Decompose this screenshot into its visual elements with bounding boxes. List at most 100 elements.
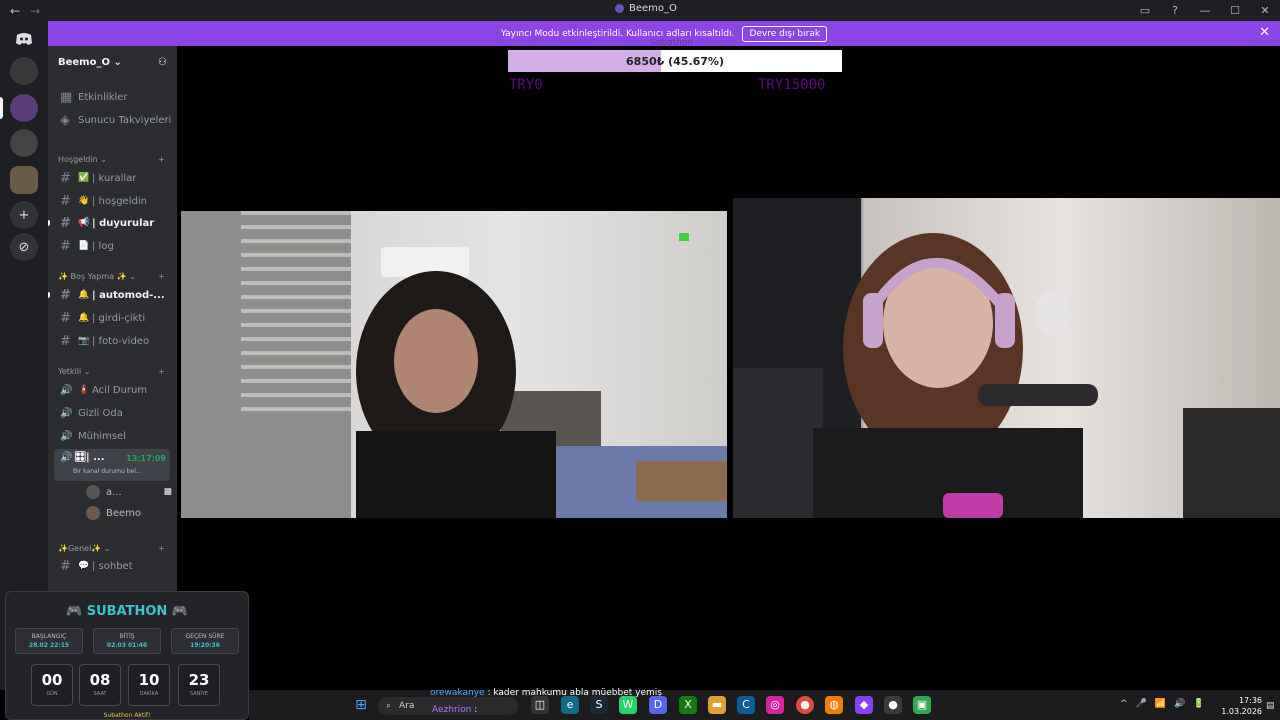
system-tray: ^ 🎤 📶 🔊 🔋	[1120, 699, 1204, 709]
discord-taskbar-icon[interactable]: D	[649, 696, 667, 714]
search-icon: ⌕	[386, 701, 392, 711]
channel-foto-video[interactable]: # 📷 | foto-video	[48, 331, 177, 351]
voice-channel-gizli-oda[interactable]: 🔊 Gizli Oda	[48, 403, 177, 423]
forward-arrow-icon[interactable]: →	[30, 4, 40, 18]
steam-icon[interactable]: S	[590, 696, 608, 714]
category-bos-yapma[interactable]: ✨ Boş Yapma ✨ ⌄ +	[48, 269, 177, 283]
end-box: BİTİŞ 02.03 01:46	[93, 628, 161, 654]
category-yetkili[interactable]: Yetkili ⌄ +	[48, 364, 177, 378]
add-channel-icon[interactable]: +	[158, 155, 165, 164]
channel-girdi-cikti[interactable]: # 🔔 | girdi-çikti	[48, 308, 177, 328]
tray-chevron-icon[interactable]: ^	[1120, 699, 1128, 709]
speaker-icon: 🔊	[60, 407, 73, 419]
voice-user-2[interactable]: Beemo	[74, 503, 174, 523]
page-emoji-icon: 📄	[78, 241, 90, 251]
events-item[interactable]: ▦ Etkinlikler	[48, 87, 177, 107]
back-arrow-icon[interactable]: ←	[10, 4, 20, 18]
minimize-button[interactable]: —	[1190, 4, 1220, 17]
battery-icon[interactable]: 🔋	[1193, 699, 1204, 709]
channel-kurallar[interactable]: # ✅ | kurallar	[48, 168, 177, 188]
voice-channel-muhimsel[interactable]: 🔊 Mühimsel	[48, 426, 177, 446]
window-titlebar: ← → Beemo_O ▭ ? — ☐ ✕	[0, 0, 1280, 21]
category-genel[interactable]: ✨Genel✨ ⌄ +	[48, 541, 177, 555]
voice-status[interactable]: Bir kanal durumu bel...	[73, 468, 142, 475]
edge-icon[interactable]: e	[561, 696, 579, 714]
clock-date: 1.03.2026	[1221, 707, 1262, 716]
goal-min: TRY0	[509, 77, 543, 93]
whatsapp-icon[interactable]: W	[619, 696, 637, 714]
webcam-1-scene	[181, 211, 727, 518]
browser-icon[interactable]: C	[737, 696, 755, 714]
channel-automod[interactable]: # 🔔 | automod-...	[48, 285, 177, 305]
countdown-hours: 08 SAAT	[79, 664, 121, 706]
instagram-icon[interactable]: ◎	[766, 696, 784, 714]
check-emoji-icon: ✅	[78, 173, 90, 183]
avatar	[86, 485, 100, 499]
voice-channel-acil-durum[interactable]: 🔊 🧯 Acil Durum	[48, 380, 177, 400]
webcam-feed-1[interactable]	[181, 211, 727, 518]
progress-label: 6850₺ (45.67%)	[626, 54, 724, 68]
folder-icon[interactable]: ▬	[708, 696, 726, 714]
server-name: Beemo_O ⌄	[58, 57, 122, 68]
subathon-widget: 🎮 SUBATHON 🎮 BAŞLANGIÇ 28.02 22:15 BİTİŞ…	[5, 591, 249, 720]
countdown-days: 00 GÜN	[31, 664, 73, 706]
disable-streamer-mode-button[interactable]: Devre dışı bırak	[742, 25, 828, 42]
webcam-feed-2[interactable]	[733, 198, 1280, 518]
discover-icon[interactable]: ⊘	[10, 233, 38, 261]
close-window-button[interactable]: ✕	[1250, 4, 1280, 17]
speaker-icon: 🔊	[60, 430, 73, 442]
xbox-icon[interactable]: X	[679, 696, 697, 714]
maximize-button[interactable]: ☐	[1220, 4, 1250, 17]
channel-duyurular[interactable]: # 📢 | duyurular	[48, 213, 177, 233]
start-box: BAŞLANGIÇ 28.02 22:15	[15, 628, 83, 654]
voice-timer: 13:17:09	[126, 454, 166, 463]
hash-icon: #	[60, 310, 71, 326]
channel-hosgeldin[interactable]: # 👋 | hoşgeldin	[48, 191, 177, 211]
server-header[interactable]: Beemo_O ⌄ ⚇	[48, 46, 177, 79]
subathon-title: 🎮 SUBATHON 🎮	[66, 604, 188, 619]
add-member-icon[interactable]: ⚇	[158, 57, 167, 68]
elapsed-box: GEÇEN SÜRE 19:20:36	[171, 628, 239, 654]
chrome-active-icon[interactable]: ●	[884, 696, 902, 714]
category-hosgeldin[interactable]: Hoşgeldin ⌄ +	[48, 152, 177, 166]
microphone-icon[interactable]: 🎤	[1136, 699, 1147, 709]
bell-emoji-icon: 🔔	[78, 313, 90, 323]
close-icon[interactable]: ✕	[1259, 25, 1270, 40]
channel-log[interactable]: # 📄 | log	[48, 236, 177, 256]
hash-icon: #	[60, 215, 71, 231]
app-icon-3[interactable]: ▣	[913, 696, 931, 714]
clock[interactable]: 17:36 1.03.2026	[1212, 695, 1262, 717]
donation-progress-bar: 6850₺ (45.67%)	[508, 50, 842, 72]
server-boosts-item[interactable]: ◈ Sunucu Takviyeleri	[48, 110, 177, 130]
add-channel-icon[interactable]: +	[158, 272, 165, 281]
network-icon[interactable]: 📶	[1155, 699, 1166, 709]
volume-icon[interactable]: 🔊	[1174, 699, 1185, 709]
inbox-icon[interactable]: ▭	[1130, 4, 1160, 17]
camera-icon: ■	[163, 487, 172, 497]
add-server-icon[interactable]: +	[10, 201, 38, 229]
chat-user: orewakanye	[430, 688, 485, 698]
server-folder[interactable]	[10, 166, 38, 194]
app-icon[interactable]: ◍	[825, 696, 843, 714]
notification-icon[interactable]: ▤	[1266, 701, 1275, 711]
help-icon[interactable]: ?	[1160, 4, 1190, 17]
discord-home-icon[interactable]	[10, 25, 38, 53]
channel-sohbet[interactable]: # 💬 | sohbet	[48, 556, 177, 576]
voice-user-1[interactable]: a... ■	[74, 482, 174, 502]
goal-label: Subathon	[650, 38, 694, 48]
app-icon-2[interactable]: ◆	[855, 696, 873, 714]
server-avatar-1[interactable]	[10, 57, 38, 85]
goal-max: TRY15000	[758, 77, 826, 93]
add-channel-icon[interactable]: +	[158, 367, 165, 376]
windows-start-icon[interactable]: ⊞	[352, 696, 370, 714]
hash-icon: #	[60, 287, 71, 303]
chrome-icon[interactable]: ●	[796, 696, 814, 714]
active-voice-channel[interactable]: 🔊 🎛 | ... 13:17:09 Bir kanal durumu bel.…	[54, 449, 170, 481]
server-avatar-2[interactable]	[10, 94, 38, 122]
hash-icon: #	[60, 333, 71, 349]
clock-time: 17:36	[1238, 696, 1262, 705]
taskview-icon[interactable]: ◫	[531, 696, 549, 714]
bell-emoji-icon: 🔔	[78, 290, 90, 300]
server-avatar-3[interactable]	[10, 129, 38, 157]
add-channel-icon[interactable]: +	[158, 544, 165, 553]
